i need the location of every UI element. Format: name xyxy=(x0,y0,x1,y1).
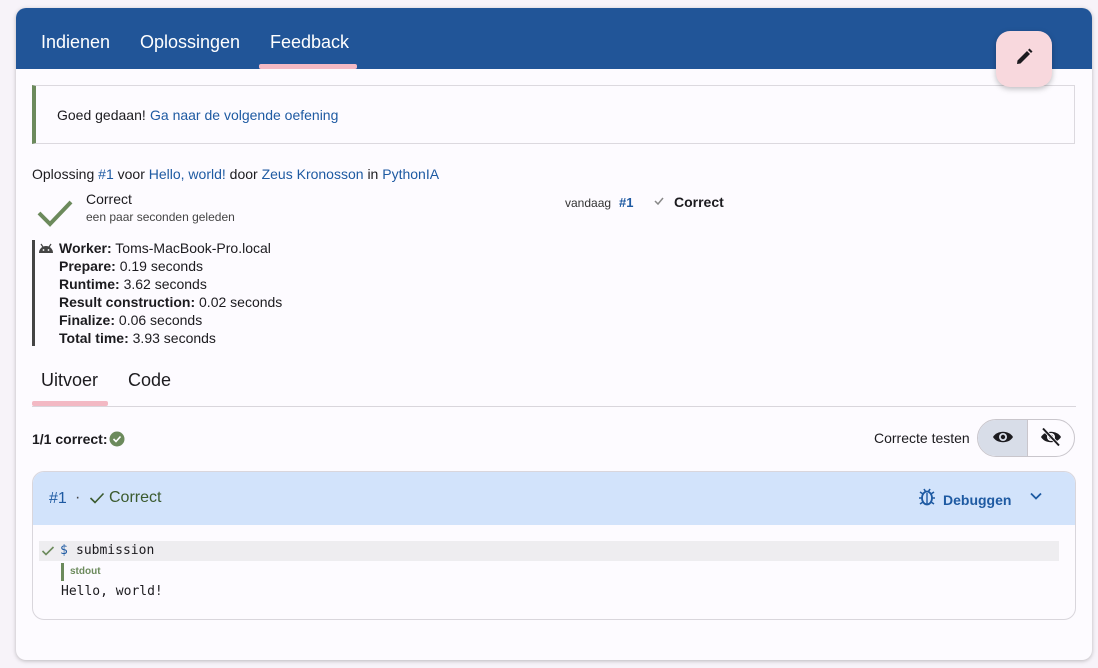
result-construction-value: 0.02 seconds xyxy=(199,294,283,310)
submission-number-link[interactable]: #1 xyxy=(98,166,114,182)
android-icon xyxy=(38,241,54,259)
worker-info xyxy=(32,240,35,346)
correct-tests-label: Correcte testen xyxy=(874,430,970,446)
runtime-value: 3.62 seconds xyxy=(123,276,207,292)
total-time-label: Total time: xyxy=(59,330,129,346)
finalize-value: 0.06 seconds xyxy=(118,312,203,328)
hide-correct-tests-button[interactable] xyxy=(1027,420,1074,456)
edit-button[interactable] xyxy=(996,31,1052,87)
submission-in: in xyxy=(367,166,379,182)
show-correct-tests-button[interactable] xyxy=(978,420,1027,456)
correct-count: 1/1 correct: xyxy=(32,431,108,447)
correct-tests-toggle xyxy=(977,419,1075,457)
finalize-label: Finalize: xyxy=(59,312,116,328)
stdout-output: Hello, world! xyxy=(61,584,163,599)
runtime-label: Runtime: xyxy=(59,276,120,292)
success-alert: Goed gedaan! Ga naar de volgende oefenin… xyxy=(32,85,1075,144)
submission-voor: voor xyxy=(117,166,145,182)
history-submission-link[interactable]: #1 xyxy=(619,195,633,210)
check-icon xyxy=(41,544,55,562)
submission-info: Oplossing #1 voor Hello, world! door Zeu… xyxy=(32,166,439,182)
result-construction-label: Result construction: xyxy=(59,294,196,310)
check-icon xyxy=(89,491,105,510)
chevron-down-icon[interactable] xyxy=(1029,489,1043,508)
result-construction-line: Result construction: 0.02 seconds xyxy=(59,294,282,310)
check-icon xyxy=(36,197,74,234)
worker-label: Worker: xyxy=(59,240,112,256)
eye-off-icon xyxy=(1040,426,1062,452)
status-title: Correct xyxy=(86,191,132,207)
tab-bar: Indienen Oplossingen Feedback xyxy=(16,8,1092,69)
course-link[interactable]: PythonIA xyxy=(382,166,439,182)
command-prompt: $ xyxy=(60,543,68,558)
total-time-line: Total time: 3.93 seconds xyxy=(59,330,216,346)
check-circle-icon xyxy=(109,431,125,452)
tab-oplossingen[interactable]: Oplossingen xyxy=(140,32,240,53)
command-text: submission xyxy=(76,543,155,558)
testcase-separator: · xyxy=(75,489,81,506)
alert-text: Goed gedaan! xyxy=(57,107,146,123)
pencil-icon xyxy=(1014,47,1034,72)
exercise-link[interactable]: Hello, world! xyxy=(149,166,226,182)
history-date: vandaag xyxy=(565,196,612,210)
tab-indienen[interactable]: Indienen xyxy=(41,32,110,53)
feedback-card: Indienen Oplossingen Feedback Goed gedaa… xyxy=(16,8,1092,660)
eye-icon xyxy=(992,429,1014,450)
status-time: een paar seconden geleden xyxy=(86,210,235,224)
tab-code[interactable]: Code xyxy=(128,370,171,391)
tab-feedback[interactable]: Feedback xyxy=(270,32,349,53)
tab-uitvoer[interactable]: Uitvoer xyxy=(41,370,98,391)
prepare-line: Prepare: 0.19 seconds xyxy=(59,258,203,274)
worker-value: Toms-MacBook-Pro.local xyxy=(115,240,271,256)
history-check-icon xyxy=(653,195,665,210)
bug-icon xyxy=(917,487,937,512)
testcase-card: #1 · Correct Debuggen $ submission stdou… xyxy=(32,471,1076,620)
finalize-line: Finalize: 0.06 seconds xyxy=(59,312,202,328)
active-tab-indicator xyxy=(259,64,357,69)
testcase-number: #1 xyxy=(49,490,67,507)
debug-label: Debuggen xyxy=(943,491,1012,508)
submission-prefix: Oplossing xyxy=(32,166,95,182)
testcase-header[interactable]: #1 · Correct Debuggen xyxy=(33,472,1075,525)
next-exercise-link[interactable]: Ga naar de volgende oefening xyxy=(150,107,338,123)
prepare-label: Prepare: xyxy=(59,258,116,274)
prepare-value: 0.19 seconds xyxy=(119,258,203,274)
testcase-status: Correct xyxy=(109,489,162,506)
worker-line: Worker: Toms-MacBook-Pro.local xyxy=(59,240,271,256)
runtime-line: Runtime: 3.62 seconds xyxy=(59,276,207,292)
stdout-marker xyxy=(61,563,64,581)
submission-door: door xyxy=(229,166,258,182)
stdout-label: stdout xyxy=(70,566,101,577)
history-status: Correct xyxy=(674,194,724,210)
total-time-value: 3.93 seconds xyxy=(132,330,216,346)
debug-button[interactable]: Debuggen xyxy=(917,487,1011,512)
tab-divider xyxy=(32,406,1076,407)
command-row xyxy=(39,541,1059,561)
user-link[interactable]: Zeus Kronosson xyxy=(262,166,364,182)
